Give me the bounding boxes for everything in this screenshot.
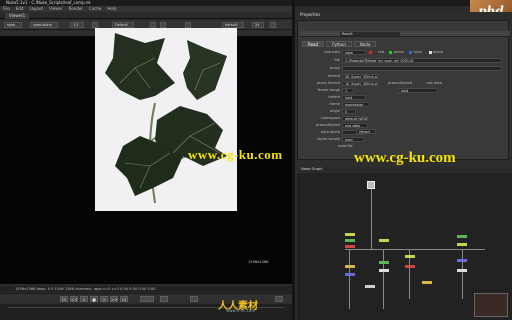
premultiplied-label: premultiplied (316, 123, 340, 127)
graph-node[interactable] (365, 285, 375, 288)
file-label: file (334, 58, 340, 62)
raw-data-checkbox-label: raw data (426, 81, 442, 85)
node-wire (383, 249, 384, 309)
node-graph-title: Node Graph (298, 167, 511, 172)
format-label: format (328, 74, 340, 78)
auto-alpha-label: auto alpha (320, 130, 340, 134)
menu-layout[interactable]: Layout (29, 6, 43, 12)
properties-header (300, 31, 510, 37)
reload-button[interactable]: reload (356, 129, 376, 134)
menu-help[interactable]: Help (107, 6, 116, 12)
graph-node[interactable] (457, 243, 467, 246)
menu-bar: File Edit Layout Viewer Render Cache Hel… (0, 6, 292, 12)
frame-label: frame (329, 102, 340, 106)
graph-node[interactable] (345, 245, 355, 248)
graph-node[interactable] (405, 255, 415, 258)
graph-node[interactable] (457, 259, 467, 262)
before-label: before (328, 95, 340, 99)
leaf-image (95, 28, 237, 211)
frame-range-first[interactable]: 1 (342, 88, 354, 93)
cache-locally-label: cache locally (316, 137, 340, 141)
tab-python[interactable]: Python (326, 41, 352, 47)
fast-forward-button[interactable]: >> (110, 296, 118, 302)
node-wire (345, 249, 485, 250)
viewer-watermark: www.cg-ku.com (188, 147, 283, 162)
viewer-tabbar: Viewer1 (0, 13, 292, 19)
menu-render[interactable]: Render (69, 6, 83, 12)
properties-title: Properties (300, 12, 321, 17)
tab-viewer[interactable]: Viewer1 (5, 13, 30, 19)
loop-button[interactable] (160, 296, 168, 302)
properties-watermark: www.cg-ku.com (354, 150, 456, 166)
menu-cache[interactable]: Cache (89, 6, 101, 12)
node-wire (371, 189, 372, 249)
format-dropdown[interactable]: 2K_Super_35(full-ap) (342, 74, 378, 79)
node-name-field[interactable]: Read1 (340, 32, 400, 36)
graph-node[interactable] (457, 235, 467, 238)
tab-node[interactable]: Node (353, 41, 377, 47)
graph-node[interactable] (457, 269, 467, 272)
rewind-button[interactable]: << (70, 296, 78, 302)
frame-mode-dropdown[interactable]: expression (342, 102, 370, 107)
in-point-button[interactable] (190, 296, 198, 302)
zoom-dropdown[interactable]: 1:2 (70, 22, 84, 28)
node-wire (462, 249, 463, 299)
menu-viewer[interactable]: Viewer (49, 6, 63, 12)
viewer-lock-button[interactable] (270, 22, 276, 28)
last-frame-button[interactable]: >| (120, 296, 128, 302)
node-graph-navigator[interactable] (474, 293, 508, 317)
menu-file[interactable]: File (3, 6, 10, 12)
resolution-label: 1556x2366 (248, 260, 269, 264)
colorspace-label: colorspace (320, 116, 340, 120)
node-wire (349, 249, 350, 309)
menu-edit[interactable]: Edit (16, 6, 24, 12)
graph-node[interactable] (345, 233, 355, 236)
prev-frame-button[interactable]: < (80, 296, 88, 302)
graph-node[interactable] (345, 265, 355, 268)
before-dropdown[interactable]: hold (342, 95, 366, 100)
after-dropdown[interactable]: hold (398, 88, 438, 93)
proxy-label: proxy (329, 66, 340, 70)
frame-field[interactable] (140, 296, 154, 302)
graph-node[interactable] (405, 265, 415, 268)
channels-dropdown[interactable]: rgba (4, 22, 22, 28)
graph-node[interactable] (379, 269, 389, 272)
layer-dropdown[interactable]: rgba.alpha (30, 22, 58, 28)
alpha-checkbox-label: alpha (433, 50, 443, 54)
site-logo-url: www.rr-sc.com (226, 308, 256, 313)
graph-node[interactable] (422, 281, 432, 284)
colorspace-dropdown[interactable]: default (sRGB) (342, 116, 368, 121)
viewer-info-bar: 1556x2366 bbox: 0 0 1556 2366 channels: … (0, 286, 292, 292)
frame-range-label: frame range (317, 88, 340, 92)
channels-label: channels (323, 50, 340, 54)
graph-node[interactable] (345, 239, 355, 242)
stop-button[interactable]: ■ (90, 296, 98, 302)
play-button[interactable]: > (100, 296, 108, 302)
origin-field[interactable]: 0 (342, 109, 356, 114)
ivy-leaves-illustration (105, 33, 227, 204)
first-frame-button[interactable]: |< (60, 296, 68, 302)
read-file-checkbox-label: read file (338, 144, 353, 148)
proxy-path-field[interactable] (342, 66, 502, 71)
file-path-field[interactable]: C:/Projects/TN/leaf_ivy_scan_ref_0001.ti… (342, 58, 502, 63)
out-point-button[interactable] (275, 296, 283, 302)
origin-label: origin (329, 109, 340, 113)
fps-field[interactable]: 24 (252, 22, 264, 28)
proxy-format-label: proxy format (316, 81, 340, 85)
premultiplied-dropdown[interactable]: raw data (342, 123, 368, 128)
graph-node[interactable] (379, 261, 389, 264)
tab-read[interactable]: Read (302, 41, 325, 47)
graph-node[interactable] (345, 273, 355, 276)
viewer-node[interactable] (367, 181, 375, 189)
graph-node[interactable] (379, 239, 389, 242)
properties-tabs: Read Python Node (302, 41, 502, 47)
cache-locally-dropdown[interactable]: auto (342, 137, 364, 142)
